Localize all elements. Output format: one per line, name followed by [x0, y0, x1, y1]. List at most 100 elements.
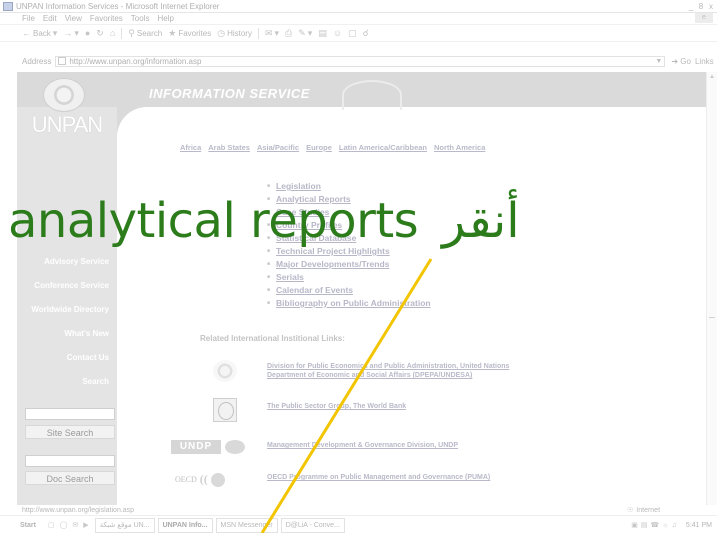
address-input[interactable]: http://www.unpan.org/information.asp ▼ — [55, 55, 666, 67]
back-button[interactable]: ← Back ▾ — [0, 28, 60, 39]
un-emblem-icon — [43, 78, 85, 112]
topic-link-major-developments[interactable]: Major Developments/Trends — [267, 258, 431, 271]
back-label: Back — [33, 28, 51, 38]
sidebar-item-worldwide-directory[interactable]: Worldwide Directory — [17, 298, 117, 322]
tray-icon[interactable]: ▤ — [641, 521, 648, 529]
forward-button[interactable]: → ▾ — [60, 28, 82, 39]
browser-toolbar: ← Back ▾ → ▾ ● ↻ ⌂ ⚲ Search ★ Favorites … — [0, 24, 717, 42]
scroll-up-icon[interactable]: ▲ — [707, 72, 717, 82]
world-bank-globe-icon — [213, 398, 237, 422]
chevron-down-icon[interactable]: ▼ — [655, 58, 662, 65]
taskbar-item-msn[interactable]: MSN Messenger — [215, 517, 278, 533]
topic-link-serials[interactable]: Serials — [267, 271, 431, 284]
status-url: http://www.unpan.org/legislation.asp — [22, 506, 135, 514]
topic-link-calendar-of-events[interactable]: Calendar of Events — [267, 284, 431, 297]
oecd-dot-icon — [210, 472, 225, 487]
related-button[interactable]: ▢ — [345, 28, 360, 39]
address-label: Address — [22, 56, 52, 66]
stop-button[interactable]: ● — [82, 28, 93, 38]
related-link-oecd[interactable]: OECD Programme on Public Management and … — [267, 473, 490, 482]
site-search-button[interactable]: Site Search — [25, 425, 115, 439]
scroll-thumb[interactable] — [709, 317, 715, 318]
region-link-africa[interactable]: Africa — [180, 143, 201, 152]
discuss-button[interactable]: ▤ — [315, 28, 330, 39]
print-icon: ⎙ — [285, 27, 293, 38]
taskbar-clock: 5:41 PM — [685, 521, 712, 529]
tray-icon[interactable]: ☼ — [662, 522, 668, 529]
taskbar-item-un-arabic[interactable]: موقع شبكة UN... — [94, 517, 155, 533]
messenger-button[interactable]: ☺ — [330, 28, 345, 38]
site-search-input[interactable] — [25, 408, 115, 420]
mail-icon: ✉ — [264, 27, 273, 38]
start-button[interactable]: Start — [0, 522, 42, 529]
favorites-icon: ★ — [168, 27, 177, 38]
volume-icon[interactable]: ♫ — [672, 522, 677, 529]
region-link-asia-pacific[interactable]: Asia/Pacific — [257, 143, 299, 152]
menu-file[interactable]: File — [0, 14, 39, 23]
oecd-logo-text: OECD — [175, 475, 197, 484]
topic-link-bibliography[interactable]: Bibliography on Public Administration — [267, 297, 431, 310]
related-link-row: Division for Public Economics and Public… — [167, 360, 687, 386]
region-link-arab-states[interactable]: Arab States — [208, 143, 250, 152]
menu-edit[interactable]: Edit — [39, 14, 61, 23]
menu-help[interactable]: Help — [153, 14, 177, 23]
related-link-row: OECD(( OECD Programme on Public Manageme… — [167, 470, 687, 496]
menu-favorites[interactable]: Favorites — [86, 14, 127, 23]
region-link-europe[interactable]: Europe — [306, 143, 332, 152]
related-link-undp[interactable]: Management Development & Governance Divi… — [267, 441, 458, 450]
related-link-world-bank[interactable]: The Public Sector Group, The World Bank — [267, 402, 406, 411]
back-arrow-icon: ← — [22, 28, 31, 38]
search-button[interactable]: ⚲ Search — [125, 28, 165, 39]
history-icon: ◷ — [217, 27, 226, 38]
region-link-latin-america[interactable]: Latin America/Caribbean — [339, 143, 427, 152]
history-button[interactable]: ◷ History — [214, 28, 255, 39]
history-label: History — [227, 28, 252, 38]
desktop-icon[interactable]: ▢ — [48, 521, 55, 529]
edit-icon: ✎ — [298, 27, 306, 38]
sidebar-item-1[interactable] — [17, 154, 117, 178]
refresh-button[interactable]: ↻ — [93, 28, 107, 39]
outlook-icon[interactable]: ✉ — [72, 521, 78, 529]
caption-arabic: أنقر — [442, 193, 520, 249]
toolbar-separator — [257, 27, 259, 39]
home-button[interactable]: ⌂ — [107, 28, 118, 38]
related-link-line[interactable]: Division for Public Economics and Public… — [267, 362, 509, 371]
doc-search-input[interactable] — [25, 455, 115, 467]
research-button[interactable]: ☌ — [360, 28, 372, 39]
home-icon: ⌂ — [109, 28, 116, 38]
search-label: Search — [136, 28, 163, 38]
go-button[interactable]: ➔ Go — [667, 57, 695, 66]
close-button[interactable]: x — [707, 2, 715, 11]
tray-icon[interactable]: ▣ — [631, 521, 638, 529]
print-button[interactable]: ⎙ — [282, 28, 295, 39]
discuss-icon: ▤ — [318, 27, 327, 38]
unpan-logo[interactable]: UNPAN — [17, 112, 117, 138]
taskbar-item-unpan[interactable]: UNPAN Info... — [157, 517, 213, 533]
media-player-icon[interactable]: ▶ — [83, 521, 88, 529]
maximize-button[interactable]: 8 — [697, 2, 705, 11]
favorites-button[interactable]: ★ Favorites — [165, 28, 214, 39]
edit-button[interactable]: ✎ ▾ — [295, 28, 315, 39]
links-button[interactable]: Links — [695, 57, 714, 66]
minimize-button[interactable]: _ — [687, 2, 695, 11]
related-link-undesa[interactable]: Division for Public Economics and Public… — [267, 362, 509, 380]
messenger-icon: ☺ — [332, 28, 343, 38]
vertical-scrollbar[interactable]: ▲ — [706, 72, 717, 505]
doc-search-button[interactable]: Doc Search — [25, 471, 115, 485]
sidebar-item-whats-new[interactable]: What's New — [17, 322, 117, 346]
taskbar-item-dalia[interactable]: D@LiA - Conve... — [280, 517, 345, 533]
tray-icon[interactable]: ☎ — [651, 521, 660, 529]
address-url[interactable]: http://www.unpan.org/information.asp — [69, 57, 655, 66]
sidebar-item-contact-us[interactable]: Contact Us — [17, 346, 117, 370]
forward-arrow-icon: → — [63, 28, 73, 38]
menu-view[interactable]: View — [61, 14, 86, 23]
sidebar-item-search[interactable]: Search — [17, 370, 117, 394]
menu-tools[interactable]: Tools — [127, 14, 154, 23]
region-link-north-america[interactable]: North America — [434, 143, 485, 152]
ie-icon[interactable]: ◯ — [60, 521, 68, 529]
sidebar-item-conference-service[interactable]: Conference Service — [17, 274, 117, 298]
mail-button[interactable]: ✉ ▾ — [262, 28, 282, 39]
un-emblem-icon — [213, 360, 237, 382]
related-link-line[interactable]: Department of Economic and Social Affair… — [267, 371, 509, 380]
ie-throbber-icon: e — [695, 13, 713, 23]
